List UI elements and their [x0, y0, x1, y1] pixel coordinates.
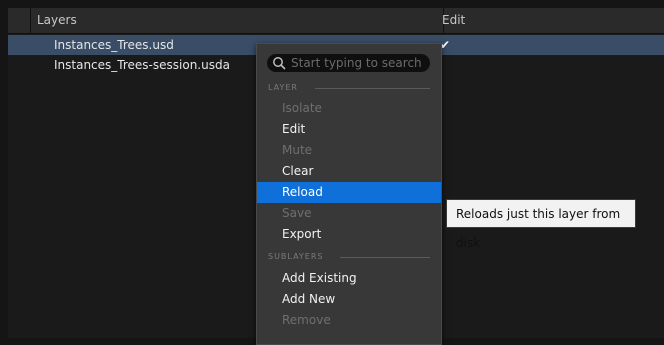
- section-header-layer: LAYER: [268, 82, 430, 94]
- menu-item-isolate[interactable]: Isolate: [257, 98, 441, 119]
- menu-item-remove[interactable]: Remove: [257, 310, 441, 331]
- edit-column-header[interactable]: Edit: [436, 8, 662, 33]
- menu-item-label: Isolate: [282, 101, 322, 115]
- menu-item-label: Add Existing: [282, 271, 357, 285]
- menu-item-label: Save: [282, 206, 312, 220]
- menu-item-save[interactable]: Save: [257, 203, 441, 224]
- menu-item-label: Reload: [282, 185, 323, 199]
- menu-search-box[interactable]: [267, 54, 430, 72]
- menu-item-add-existing[interactable]: Add Existing: [257, 268, 441, 289]
- section-label: LAYER: [268, 83, 298, 92]
- menu-item-export[interactable]: Export: [257, 224, 441, 245]
- search-icon: [273, 57, 286, 70]
- menu-item-mute[interactable]: Mute: [257, 140, 441, 161]
- menu-item-add-new[interactable]: Add New: [257, 289, 441, 310]
- reload-tooltip: Reloads just this layer from disk: [446, 199, 636, 250]
- menu-item-label: Mute: [282, 143, 313, 157]
- menu-item-edit[interactable]: Edit: [257, 119, 441, 140]
- menu-item-label: Add New: [282, 292, 336, 306]
- layer-name: Instances_Trees.usd: [54, 38, 174, 52]
- menu-item-label: Export: [282, 227, 322, 241]
- menu-item-clear[interactable]: Clear: [257, 161, 441, 182]
- menu-item-label: Remove: [282, 313, 331, 327]
- layer-context-menu: LAYER Isolate Edit Mute Clear Reload Sav…: [256, 43, 442, 345]
- search-input[interactable]: [291, 54, 425, 72]
- section-label: SUBLAYERS: [268, 252, 324, 261]
- layers-column-header[interactable]: Layers: [30, 8, 444, 33]
- layer-name: Instances_Trees-session.usda: [54, 58, 230, 72]
- section-divider: [340, 257, 430, 258]
- section-header-sublayers: SUBLAYERS: [268, 251, 430, 263]
- menu-item-label: Edit: [282, 122, 306, 136]
- section-divider: [315, 88, 430, 89]
- table-header: Layers Edit: [8, 8, 664, 34]
- menu-item-label: Clear: [282, 164, 314, 178]
- menu-item-reload[interactable]: Reload: [257, 182, 441, 203]
